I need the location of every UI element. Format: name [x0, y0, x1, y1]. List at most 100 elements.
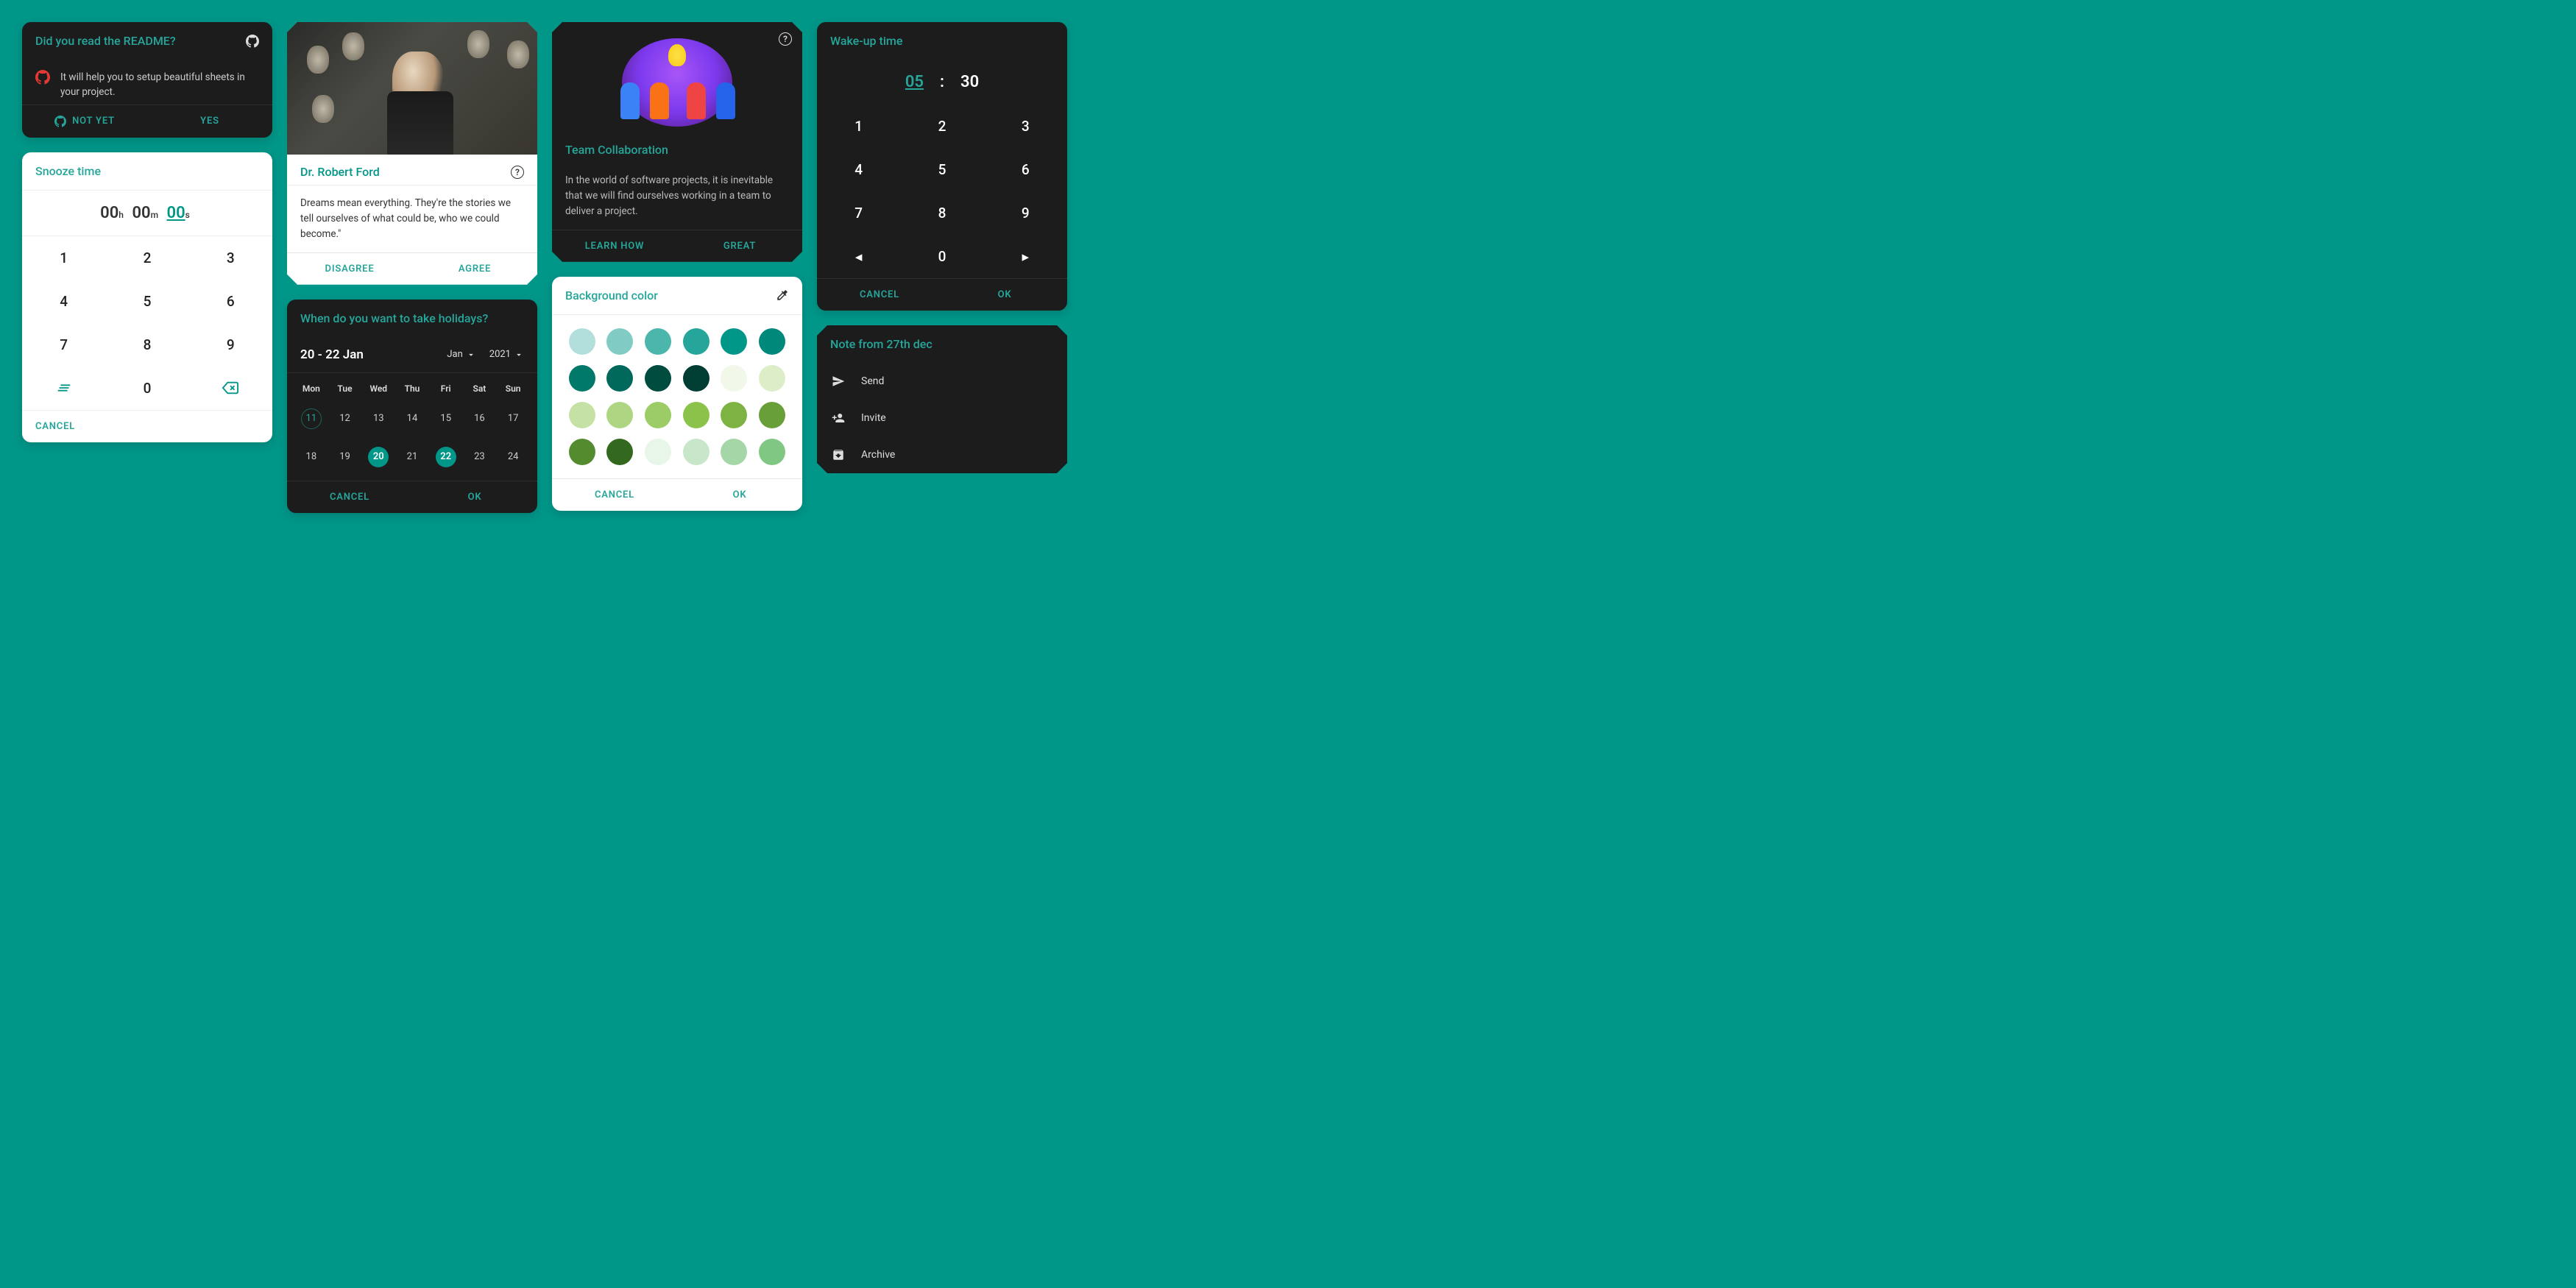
color-swatch[interactable] — [569, 328, 595, 355]
year-label: 2021 — [489, 349, 511, 360]
numpad-6[interactable]: 6 — [984, 148, 1067, 191]
calendar-day[interactable]: 11 — [294, 400, 328, 438]
cancel-button[interactable]: CANCEL — [287, 481, 412, 513]
calendar-day[interactable]: 17 — [496, 400, 530, 438]
calendar-day[interactable]: 16 — [463, 400, 497, 438]
color-swatch[interactable] — [683, 439, 710, 465]
ok-button[interactable]: OK — [942, 279, 1067, 311]
numpad-7[interactable]: 7 — [817, 191, 900, 235]
github-icon — [54, 116, 66, 127]
calendar-day[interactable]: 18 — [294, 438, 328, 476]
hour-value[interactable]: 05 — [905, 73, 924, 91]
color-swatch[interactable] — [721, 439, 747, 465]
calendar-day[interactable]: 23 — [463, 438, 497, 476]
ok-button[interactable]: OK — [677, 479, 802, 511]
note-title: Note from 27th dec — [817, 325, 1067, 363]
color-swatch[interactable] — [759, 365, 785, 392]
archive-icon — [832, 448, 845, 461]
color-swatch[interactable] — [683, 402, 710, 428]
cancel-button[interactable]: CANCEL — [817, 279, 942, 311]
numpad-1[interactable]: 1 — [817, 105, 900, 148]
backspace-button[interactable] — [189, 367, 272, 410]
color-swatch[interactable] — [759, 439, 785, 465]
numpad-5[interactable]: 5 — [900, 148, 983, 191]
year-select[interactable]: 2021 — [489, 349, 524, 360]
calendar-day[interactable]: 14 — [395, 400, 429, 438]
color-swatch[interactable] — [606, 439, 633, 465]
team-body: In the world of software projects, it is… — [552, 163, 802, 230]
help-icon[interactable]: ? — [779, 32, 792, 46]
chevron-down-icon — [466, 350, 476, 360]
prev-button[interactable]: ◂ — [817, 235, 900, 278]
numpad-5[interactable]: 5 — [105, 280, 188, 323]
eyedropper-icon[interactable] — [776, 289, 789, 302]
color-swatch[interactable] — [645, 328, 671, 355]
cancel-button[interactable]: CANCEL — [22, 411, 88, 442]
numpad-0[interactable]: 0 — [900, 235, 983, 278]
color-swatch[interactable] — [759, 328, 785, 355]
numpad-4[interactable]: 4 — [22, 280, 105, 323]
color-swatch[interactable] — [569, 439, 595, 465]
agree-button[interactable]: AGREE — [412, 253, 537, 285]
numpad-8[interactable]: 8 — [900, 191, 983, 235]
numpad-4[interactable]: 4 — [817, 148, 900, 191]
day-header: Sun — [496, 378, 530, 400]
minute-value[interactable]: 30 — [960, 73, 979, 91]
invite-item[interactable]: Invite — [817, 400, 1067, 436]
ok-button[interactable]: OK — [412, 481, 537, 513]
clear-all-button[interactable] — [22, 367, 105, 410]
color-swatch[interactable] — [721, 328, 747, 355]
calendar-day[interactable]: 22 — [429, 438, 463, 476]
learn-how-button[interactable]: LEARN HOW — [552, 230, 677, 262]
time-separator: : — [940, 73, 944, 91]
great-button[interactable]: GREAT — [677, 230, 802, 262]
calendar-day[interactable]: 15 — [429, 400, 463, 438]
numpad-2[interactable]: 2 — [105, 236, 188, 280]
next-button[interactable]: ▸ — [984, 235, 1067, 278]
color-swatch[interactable] — [645, 439, 671, 465]
numpad-6[interactable]: 6 — [189, 280, 272, 323]
numpad-9[interactable]: 9 — [189, 323, 272, 367]
color-swatch[interactable] — [721, 365, 747, 392]
holidays-title: When do you want to take holidays? — [287, 300, 537, 337]
month-select[interactable]: Jan — [447, 349, 475, 360]
color-swatch[interactable] — [759, 402, 785, 428]
send-item[interactable]: Send — [817, 363, 1067, 400]
color-swatch[interactable] — [606, 402, 633, 428]
day-header: Mon — [294, 378, 328, 400]
readme-card: Did you read the README? It will help yo… — [22, 22, 272, 138]
numpad-9[interactable]: 9 — [984, 191, 1067, 235]
archive-item[interactable]: Archive — [817, 436, 1067, 473]
color-swatch[interactable] — [645, 365, 671, 392]
cancel-button[interactable]: CANCEL — [552, 479, 677, 511]
calendar-day[interactable]: 20 — [361, 438, 395, 476]
color-swatch[interactable] — [645, 402, 671, 428]
color-swatch[interactable] — [606, 328, 633, 355]
numpad-1[interactable]: 1 — [22, 236, 105, 280]
calendar-day[interactable]: 13 — [361, 400, 395, 438]
color-swatch[interactable] — [569, 365, 595, 392]
calendar-day[interactable]: 21 — [395, 438, 429, 476]
calendar-day[interactable]: 12 — [328, 400, 362, 438]
help-icon[interactable]: ? — [511, 166, 524, 179]
disagree-button[interactable]: DISAGREE — [287, 253, 412, 285]
numpad-0[interactable]: 0 — [105, 367, 188, 410]
numpad-3[interactable]: 3 — [984, 105, 1067, 148]
numpad-3[interactable]: 3 — [189, 236, 272, 280]
calendar-day[interactable]: 19 — [328, 438, 362, 476]
not-yet-button[interactable]: NOT YET — [22, 105, 147, 138]
person-add-icon — [832, 411, 845, 425]
yes-button[interactable]: YES — [147, 105, 272, 138]
calendar-day[interactable]: 24 — [496, 438, 530, 476]
numpad-8[interactable]: 8 — [105, 323, 188, 367]
numpad-7[interactable]: 7 — [22, 323, 105, 367]
calendar: MonTueWedThuFriSatSun 11121314151617 181… — [287, 373, 537, 481]
numpad-2[interactable]: 2 — [900, 105, 983, 148]
color-swatch[interactable] — [683, 328, 710, 355]
color-swatch[interactable] — [606, 365, 633, 392]
color-swatch[interactable] — [721, 402, 747, 428]
color-swatch[interactable] — [683, 365, 710, 392]
readme-title-row: Did you read the README? — [22, 22, 272, 60]
chevron-down-icon — [514, 350, 524, 360]
color-swatch[interactable] — [569, 402, 595, 428]
